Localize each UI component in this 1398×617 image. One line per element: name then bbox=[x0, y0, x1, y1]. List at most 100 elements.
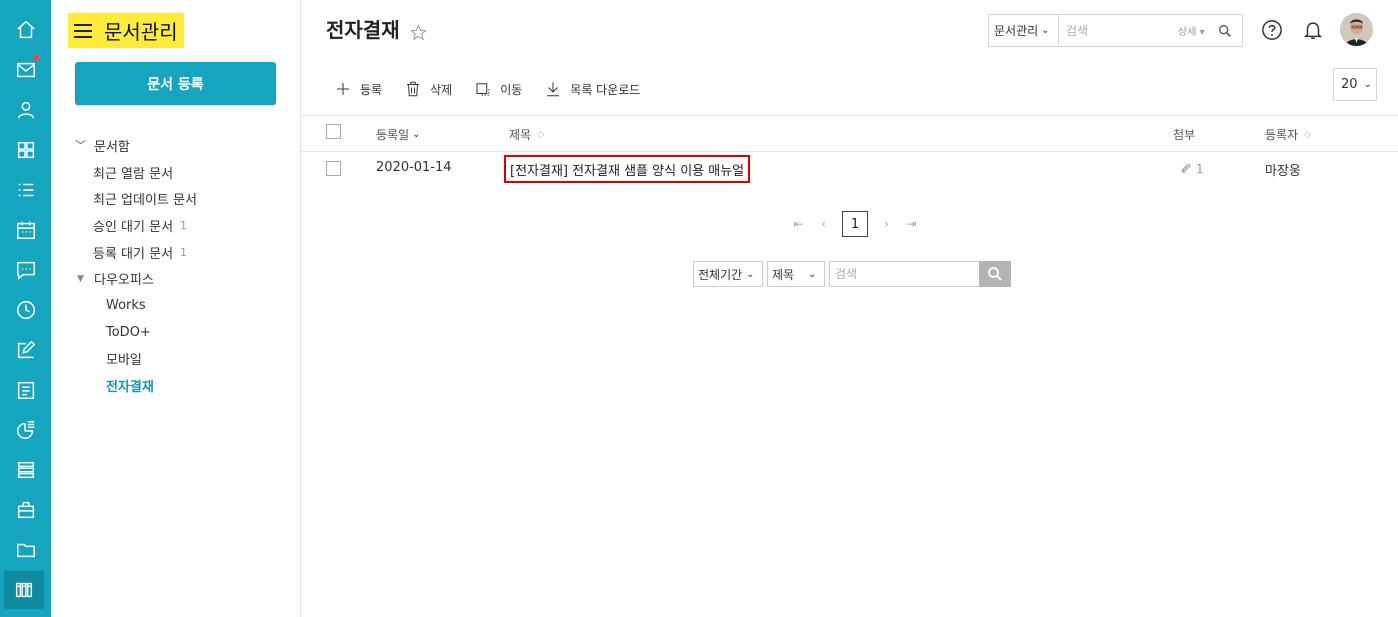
column-author[interactable]: 등록자 ◇ bbox=[1265, 126, 1311, 143]
tree-child-label: 모바일 bbox=[106, 353, 142, 369]
chat-icon[interactable] bbox=[0, 252, 51, 288]
column-author-label: 등록자 bbox=[1265, 128, 1299, 142]
tree-child-mobile[interactable]: 모바일 bbox=[75, 346, 295, 373]
table-row[interactable]: 2020-01-14 [전자결재] 전자결재 샘플 양식 이용 매뉴얼 1 마장… bbox=[301, 152, 1398, 186]
app: 문서관리 문서 등록 ﹀ 문서함 최근 열람 문서 최근 업데이트 문서 승인 … bbox=[0, 0, 1398, 617]
paperclip-icon bbox=[1181, 163, 1191, 173]
stack-icon[interactable] bbox=[0, 452, 51, 488]
app-title: 문서관리 bbox=[104, 20, 178, 44]
report-icon[interactable] bbox=[0, 412, 51, 448]
field-value: 제목 bbox=[772, 267, 795, 282]
row-title-link[interactable]: [전자결재] 전자결재 샘플 양식 이용 매뉴얼 bbox=[504, 155, 751, 183]
search-detail-toggle[interactable]: 상세 ▾ bbox=[1178, 23, 1205, 38]
first-page-icon[interactable]: ⇤ bbox=[786, 212, 811, 237]
column-attachment-label: 첨부 bbox=[1173, 128, 1196, 142]
search-icon[interactable] bbox=[1217, 23, 1233, 39]
main-content: 전자결재 문서관리 ⌄ 상세 ▾ bbox=[301, 0, 1398, 617]
chevron-down-icon: ⌄ bbox=[1041, 25, 1050, 36]
tree-item-label: 승인 대기 문서 bbox=[93, 219, 174, 235]
chevron-down-icon[interactable]: ﹀ bbox=[75, 137, 94, 153]
folder-icon[interactable] bbox=[0, 532, 51, 568]
chevron-down-icon: ⌄ bbox=[808, 268, 817, 280]
column-title-label: 제목 bbox=[509, 128, 532, 142]
search-scope-value: 문서관리 bbox=[994, 24, 1039, 38]
favorite-star-icon[interactable] bbox=[410, 24, 427, 41]
move-button[interactable]: 이동 bbox=[474, 80, 522, 98]
delete-label: 삭제 bbox=[430, 82, 453, 97]
apps-icon[interactable] bbox=[0, 132, 51, 168]
doc-library-icon[interactable] bbox=[4, 571, 44, 609]
app-rail bbox=[0, 0, 51, 617]
tree-item-register-pending[interactable]: 등록 대기 문서 1 bbox=[75, 239, 295, 266]
tree-child-works[interactable]: Works bbox=[75, 292, 295, 319]
plus-icon bbox=[337, 83, 349, 95]
help-icon[interactable] bbox=[1261, 19, 1283, 41]
tree-item-recent-updated[interactable]: 최근 업데이트 문서 bbox=[75, 185, 295, 212]
table-header: 등록일 ⌄ 제목 ◇ 첨부 등록자 ◇ bbox=[301, 115, 1398, 152]
search-icon bbox=[988, 267, 1002, 281]
search-input[interactable] bbox=[1066, 23, 1174, 38]
tree-root-docbox[interactable]: ﹀ 문서함 bbox=[75, 132, 295, 159]
row-attachment[interactable]: 1 bbox=[1179, 161, 1204, 177]
list-toolbar: 등록 삭제 이동 목록 다운로드 bbox=[334, 78, 662, 100]
search-scope-select[interactable]: 문서관리 ⌄ bbox=[989, 15, 1059, 46]
app-menu-toggle[interactable]: 문서관리 bbox=[68, 13, 184, 48]
period-value: 전체기간 bbox=[698, 267, 743, 282]
edit-icon[interactable] bbox=[0, 332, 51, 368]
sidebar: 문서관리 문서 등록 ﹀ 문서함 최근 열람 문서 최근 업데이트 문서 승인 … bbox=[51, 0, 301, 617]
caret-down-icon[interactable]: ▼ bbox=[75, 274, 94, 284]
page-title: 전자결재 bbox=[326, 18, 400, 42]
clock-icon[interactable] bbox=[0, 292, 51, 328]
add-button[interactable]: 등록 bbox=[334, 80, 382, 98]
row-checkbox[interactable] bbox=[326, 161, 341, 176]
column-attachment: 첨부 bbox=[1173, 126, 1195, 143]
folder-tree: ﹀ 문서함 최근 열람 문서 최근 업데이트 문서 승인 대기 문서 1 등록 … bbox=[75, 132, 295, 399]
page-number-current[interactable]: 1 bbox=[842, 211, 868, 237]
tree-item-recent-viewed[interactable]: 최근 열람 문서 bbox=[75, 159, 295, 186]
tree-item-label: 최근 업데이트 문서 bbox=[93, 193, 197, 209]
bottom-search-input[interactable] bbox=[829, 261, 979, 287]
tree-child-label: ToDO+ bbox=[106, 324, 151, 340]
field-select[interactable]: 제목 ⌄ bbox=[767, 261, 825, 287]
add-label: 등록 bbox=[360, 82, 383, 97]
page-size-select[interactable]: 20 ⌄ bbox=[1333, 68, 1377, 101]
bottom-search-button[interactable] bbox=[979, 261, 1011, 287]
delete-button[interactable]: 삭제 bbox=[404, 80, 452, 98]
sort-desc-icon: ⌄ bbox=[412, 129, 421, 140]
contact-icon[interactable] bbox=[0, 92, 51, 128]
tree-group-label: 다우오피스 bbox=[94, 273, 154, 289]
tree-child-todo[interactable]: ToDO+ bbox=[75, 319, 295, 346]
row-date: 2020-01-14 bbox=[376, 160, 452, 175]
home-icon[interactable] bbox=[0, 12, 51, 48]
column-date[interactable]: 등록일 ⌄ bbox=[376, 126, 421, 143]
row-title-text: [전자결재] 전자결재 샘플 양식 이용 매뉴얼 bbox=[510, 163, 745, 179]
last-page-icon[interactable]: ⇥ bbox=[899, 212, 924, 237]
notification-bell-icon[interactable] bbox=[1302, 19, 1324, 41]
calendar-icon[interactable] bbox=[0, 212, 51, 248]
move-label: 이동 bbox=[500, 82, 523, 97]
tree-root-label: 문서함 bbox=[94, 139, 130, 155]
pagination: ⇤ ‹ 1 › ⇥ bbox=[786, 211, 924, 237]
mail-icon[interactable] bbox=[0, 52, 51, 88]
register-document-button[interactable]: 문서 등록 bbox=[75, 62, 276, 105]
chevron-down-icon: ⌄ bbox=[1363, 79, 1372, 90]
mail-unread-dot bbox=[33, 55, 39, 61]
prev-page-icon[interactable]: ‹ bbox=[811, 212, 836, 237]
tree-group-daouoffice[interactable]: ▼ 다우오피스 bbox=[75, 265, 295, 292]
chevron-down-icon: ⌄ bbox=[746, 268, 755, 280]
select-all-checkbox[interactable] bbox=[326, 124, 341, 139]
briefcase-icon[interactable] bbox=[0, 492, 51, 528]
column-title[interactable]: 제목 ◇ bbox=[509, 126, 544, 143]
list-icon[interactable] bbox=[0, 172, 51, 208]
user-avatar[interactable] bbox=[1340, 13, 1373, 46]
tree-item-approval-pending[interactable]: 승인 대기 문서 1 bbox=[75, 212, 295, 239]
attachment-count: 1 bbox=[1196, 162, 1204, 176]
download-list-button[interactable]: 목록 다운로드 bbox=[544, 80, 640, 98]
tree-item-label: 최근 열람 문서 bbox=[93, 166, 174, 182]
hamburger-icon[interactable] bbox=[74, 23, 92, 38]
board-icon[interactable] bbox=[0, 372, 51, 408]
search-detail-label: 상세 bbox=[1178, 27, 1197, 38]
next-page-icon[interactable]: › bbox=[874, 212, 899, 237]
period-select[interactable]: 전체기간 ⌄ bbox=[693, 261, 763, 287]
tree-child-e-approval[interactable]: 전자결재 bbox=[75, 372, 295, 399]
